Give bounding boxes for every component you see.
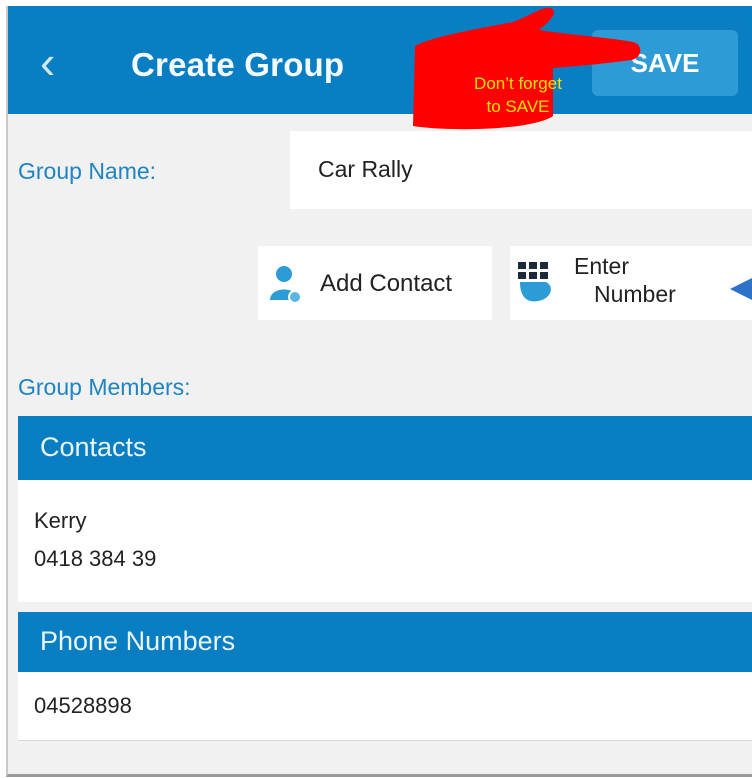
back-button[interactable]: ‹ [40,32,80,92]
dialpad-icon [518,262,551,302]
contacts-section-header: Contacts [18,416,752,480]
app-screen: ‹ Create Group SAVE Don’t forget to SAVE… [6,6,752,777]
chevron-left-icon: ‹ [40,36,56,88]
save-reminder-annotation: Don’t forget to SAVE [393,6,643,131]
contact-name: Kerry [34,508,87,533]
enter-number-line-2: Number [594,281,676,307]
page-title: Create Group [131,46,345,83]
list-item[interactable]: Kerry 0418 384 39 [18,480,752,602]
phone-numbers-header-label: Phone Numbers [40,626,236,656]
contact-number: 0418 384 39 [34,546,157,571]
add-contact-label: Add Contact [320,270,453,297]
enter-number-line-1: Enter [574,253,629,279]
add-contact-icon [270,266,302,304]
contacts-header-label: Contacts [40,432,147,462]
group-name-field[interactable]: Car Rally [290,131,752,209]
phone-number-value: 04528898 [34,693,132,718]
enter-number-button[interactable]: Enter Number [510,246,752,320]
annotation-line-2: to SAVE [486,97,550,116]
phone-numbers-section-header: Phone Numbers [18,612,752,672]
add-contact-button[interactable]: Add Contact [258,246,492,320]
group-name-label: Group Name: [18,158,157,184]
group-name-value: Car Rally [318,156,413,182]
group-members-label: Group Members: [18,374,191,400]
pointer-arrow-icon [730,278,752,300]
list-item[interactable]: 04528898 [18,672,752,741]
annotation-line-1: Don’t forget [474,74,562,93]
